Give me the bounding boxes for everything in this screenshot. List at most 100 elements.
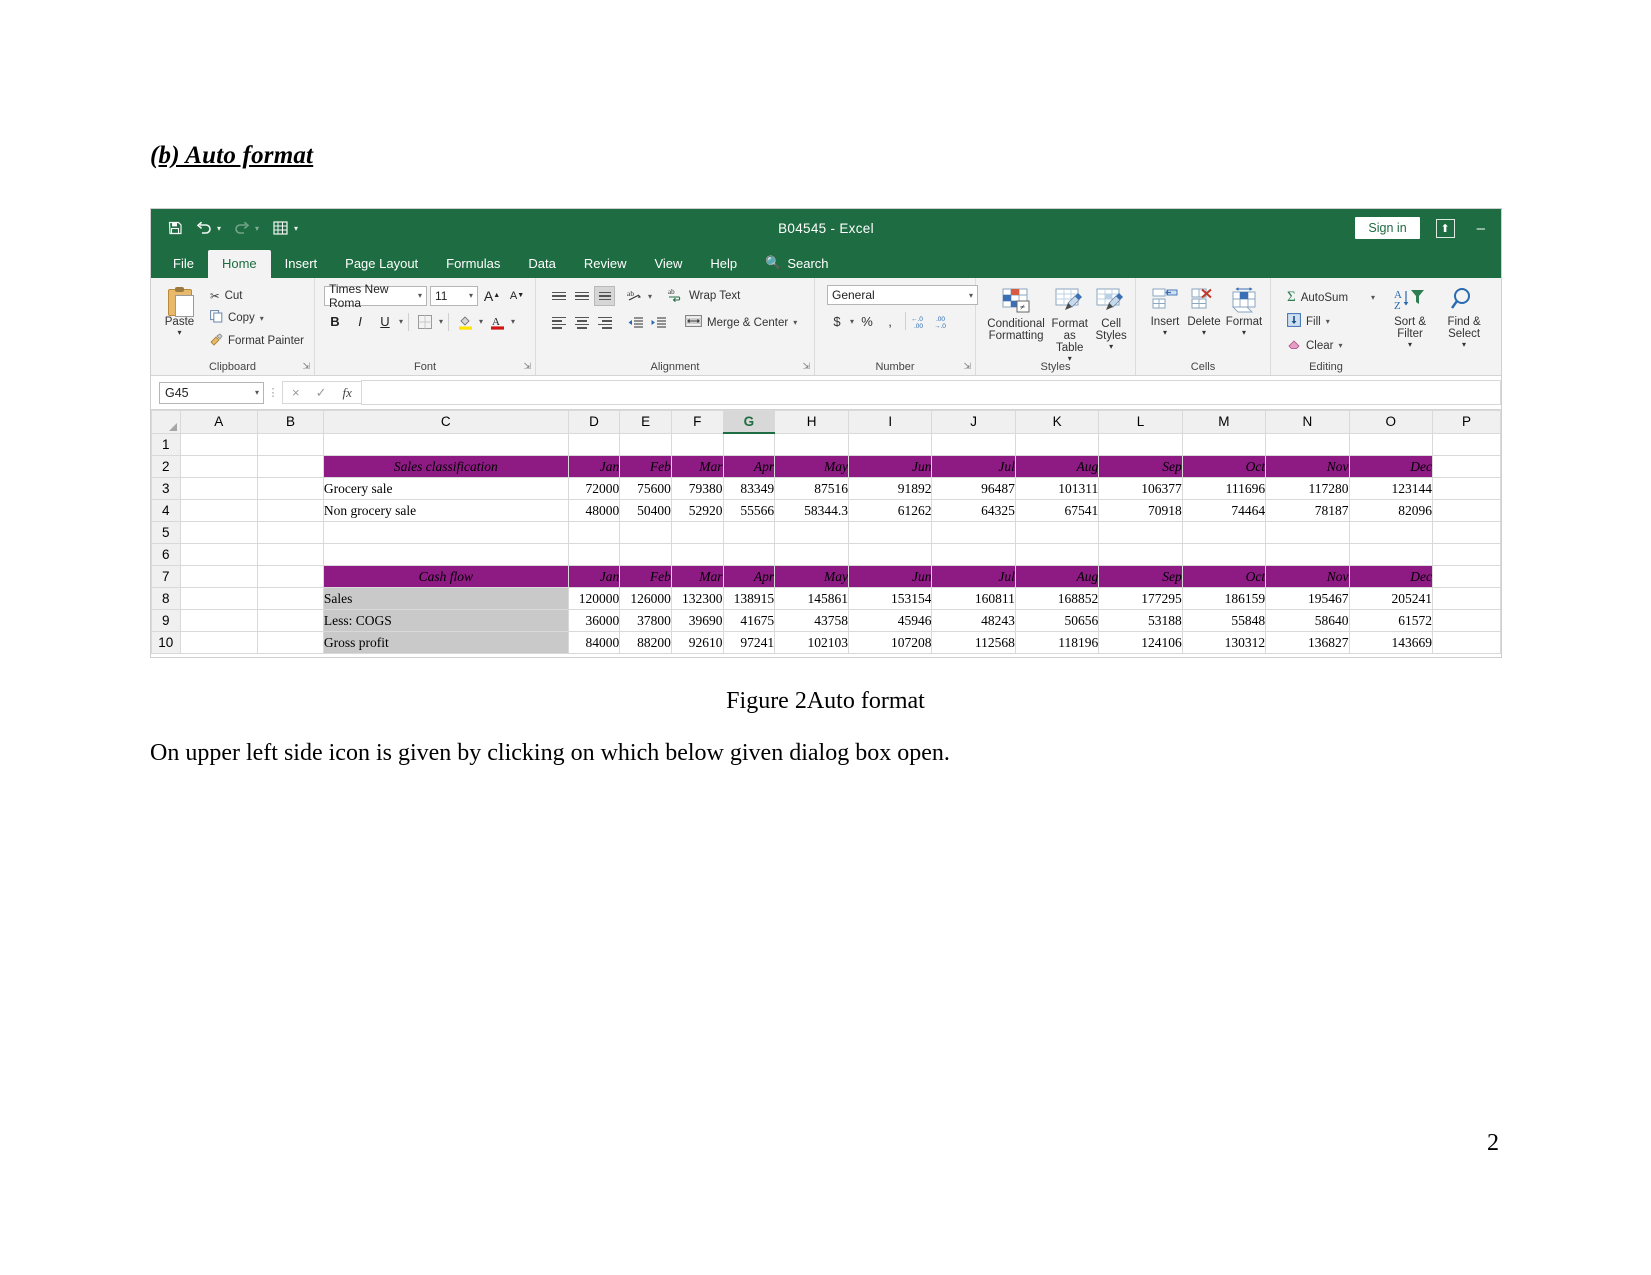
- cell-f3[interactable]: 79380: [670, 477, 724, 500]
- cell-o6[interactable]: [1348, 543, 1433, 566]
- cell-b10[interactable]: [257, 631, 324, 654]
- cell-c1[interactable]: [322, 432, 569, 456]
- cell-j1[interactable]: [931, 432, 1016, 456]
- cell-p9[interactable]: [1431, 609, 1501, 632]
- insert-cells-button[interactable]: Insert ▾: [1146, 285, 1184, 337]
- cell-f1[interactable]: [670, 432, 724, 456]
- cell-g10[interactable]: 97241: [722, 631, 776, 654]
- cancel-formula-icon[interactable]: ×: [292, 385, 300, 400]
- cell-o5[interactable]: [1348, 521, 1433, 544]
- cell-e10[interactable]: 88200: [619, 631, 672, 654]
- tab-help[interactable]: Help: [696, 250, 751, 278]
- search-box[interactable]: 🔍 Search: [751, 249, 842, 278]
- cell-a3[interactable]: [179, 477, 259, 500]
- cell-h6[interactable]: [774, 543, 850, 566]
- cell-l5[interactable]: [1098, 521, 1183, 544]
- cell-h2-month[interactable]: May: [774, 455, 850, 478]
- cell-f9[interactable]: 39690: [670, 609, 724, 632]
- row-header-6[interactable]: 6: [151, 543, 181, 566]
- paste-caret-icon[interactable]: ▾: [177, 328, 181, 337]
- cell-l4[interactable]: 70918: [1098, 499, 1183, 522]
- find-select-button[interactable]: Find & Select ▾: [1441, 285, 1487, 356]
- underline-button[interactable]: U: [374, 311, 396, 332]
- row-header-10[interactable]: 10: [151, 631, 181, 654]
- cell-k3[interactable]: 101311: [1014, 477, 1100, 500]
- font-dialog-launcher-icon[interactable]: ⇲: [523, 361, 531, 372]
- cell-m2-month[interactable]: Oct: [1181, 455, 1267, 478]
- column-header-j[interactable]: J: [931, 410, 1016, 434]
- column-header-k[interactable]: K: [1014, 410, 1100, 434]
- autosum-caret-icon[interactable]: ▾: [1371, 293, 1375, 302]
- cell-e6[interactable]: [619, 543, 672, 566]
- align-bottom-button[interactable]: [594, 286, 615, 306]
- orientation-caret-icon[interactable]: ▾: [648, 292, 652, 301]
- tab-view[interactable]: View: [640, 250, 696, 278]
- fill-caret-icon[interactable]: ▾: [1326, 317, 1330, 326]
- cell-n2-month[interactable]: Nov: [1265, 455, 1350, 478]
- merge-center-button[interactable]: Merge & Center ▾: [682, 312, 800, 333]
- number-format-select[interactable]: General ▾: [827, 285, 978, 305]
- decrease-font-size-button[interactable]: A ▼: [506, 285, 528, 306]
- format-cells-caret-icon[interactable]: ▾: [1242, 328, 1246, 337]
- cell-e3[interactable]: 75600: [619, 477, 672, 500]
- decrease-decimal-button[interactable]: .00 →.0: [934, 311, 954, 331]
- cell-o1[interactable]: [1348, 432, 1433, 456]
- cell-h4[interactable]: 58344.3: [774, 499, 850, 522]
- cell-l2-month[interactable]: Sep: [1098, 455, 1183, 478]
- cell-n1[interactable]: [1265, 432, 1350, 456]
- copy-button[interactable]: Copy ▾: [206, 308, 308, 328]
- cell-b6[interactable]: [257, 543, 324, 566]
- cell-c9-row-label[interactable]: Less: COGS: [322, 609, 569, 632]
- cell-j10[interactable]: 112568: [931, 631, 1016, 654]
- cell-p5[interactable]: [1431, 521, 1501, 544]
- column-header-l[interactable]: L: [1098, 410, 1183, 434]
- copy-caret-icon[interactable]: ▾: [260, 314, 264, 323]
- ribbon-display-options-icon[interactable]: ⬆: [1435, 218, 1455, 238]
- column-header-c[interactable]: C: [322, 410, 569, 434]
- cell-a9[interactable]: [179, 609, 259, 632]
- cell-m8[interactable]: 186159: [1181, 587, 1267, 610]
- cell-h3[interactable]: 87516: [774, 477, 850, 500]
- autosum-button[interactable]: Σ AutoSum ▾: [1283, 287, 1379, 308]
- cell-o2-month[interactable]: Dec: [1348, 455, 1433, 478]
- cell-h5[interactable]: [774, 521, 850, 544]
- cell-i3[interactable]: 91892: [848, 477, 933, 500]
- column-header-f[interactable]: F: [670, 410, 724, 434]
- cell-b8[interactable]: [257, 587, 324, 610]
- cell-e8[interactable]: 126000: [619, 587, 672, 610]
- sort-filter-button[interactable]: AZ Sort & Filter ▾: [1387, 285, 1433, 356]
- align-left-button[interactable]: [548, 313, 569, 333]
- select-all-corner[interactable]: [151, 410, 181, 434]
- cell-f2-month[interactable]: Mar: [670, 455, 724, 478]
- cell-d1[interactable]: [567, 432, 621, 456]
- cell-d6[interactable]: [567, 543, 621, 566]
- cell-l1[interactable]: [1098, 432, 1183, 456]
- cell-n4[interactable]: 78187: [1265, 499, 1350, 522]
- cell-j7-month[interactable]: Jul: [931, 565, 1016, 588]
- cell-n7-month[interactable]: Nov: [1265, 565, 1350, 588]
- name-box[interactable]: G45 ▾: [159, 381, 264, 404]
- cell-b5[interactable]: [257, 521, 324, 544]
- cell-m4[interactable]: 74464: [1181, 499, 1267, 522]
- cell-d4[interactable]: 48000: [567, 499, 621, 522]
- cell-styles-caret-icon[interactable]: ▾: [1109, 342, 1113, 351]
- accounting-format-button[interactable]: $: [827, 311, 847, 331]
- row-header-3[interactable]: 3: [151, 477, 181, 500]
- font-color-button[interactable]: A: [486, 311, 508, 332]
- find-select-caret-icon[interactable]: ▾: [1462, 340, 1466, 349]
- cell-d9[interactable]: 36000: [567, 609, 621, 632]
- cell-f4[interactable]: 52920: [670, 499, 724, 522]
- cell-c5[interactable]: [322, 521, 569, 544]
- cell-o8[interactable]: 205241: [1348, 587, 1433, 610]
- insert-function-icon[interactable]: fx: [343, 385, 352, 401]
- cell-d5[interactable]: [567, 521, 621, 544]
- tab-review[interactable]: Review: [570, 250, 641, 278]
- cell-i5[interactable]: [848, 521, 933, 544]
- cell-k4[interactable]: 67541: [1014, 499, 1100, 522]
- tab-data[interactable]: Data: [514, 250, 569, 278]
- paste-button[interactable]: Paste ▾: [157, 285, 202, 351]
- cell-n8[interactable]: 195467: [1265, 587, 1350, 610]
- cell-g8[interactable]: 138915: [722, 587, 776, 610]
- format-cells-button[interactable]: Format ▾: [1224, 285, 1264, 337]
- fill-color-button[interactable]: [454, 311, 476, 332]
